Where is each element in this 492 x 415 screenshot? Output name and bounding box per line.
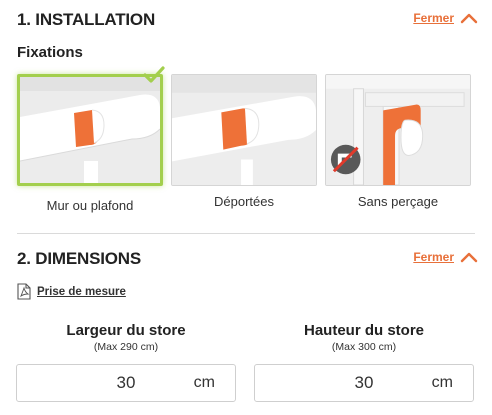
height-label: Hauteur du store [303, 322, 424, 339]
width-input[interactable]: 30 cm [16, 364, 236, 402]
installation-close-link[interactable]: Fermer [413, 11, 478, 25]
fixations-subtitle: Fixations [17, 44, 83, 61]
height-group: Hauteur du store (Max 300 cm) 30 cm [254, 322, 474, 402]
fixation-offset-image [171, 74, 317, 186]
dimensions-close-label: Fermer [413, 250, 454, 264]
width-label: Largeur du store [66, 322, 186, 339]
height-unit: cm [431, 374, 453, 391]
fixation-wall-label: Mur ou plafond [46, 198, 134, 213]
dimensions-close-link[interactable]: Fermer [413, 250, 478, 264]
fixation-wall-image [17, 74, 163, 186]
dimensions-header: 2. DIMENSIONS Fermer [17, 249, 478, 273]
no-drill-icon [332, 145, 362, 175]
section-divider [17, 233, 475, 234]
installation-header: 1. INSTALLATION Fermer [17, 10, 478, 34]
fixation-no-drill-image [325, 74, 471, 186]
width-group: Largeur du store (Max 290 cm) 30 cm [16, 322, 236, 402]
dimensions-title: 2. DIMENSIONS [17, 249, 141, 268]
fixation-no-drill-label: Sans perçage [357, 194, 439, 209]
height-max: (Max 300 cm) [331, 341, 397, 353]
chevron-up-icon [460, 13, 478, 24]
measure-guide-label: Prise de mesure [37, 285, 126, 298]
fixation-option-offset[interactable]: Déportées [171, 74, 317, 209]
measure-guide-link[interactable]: Prise de mesure [17, 283, 126, 300]
checkmark-icon [143, 66, 165, 83]
width-unit: cm [193, 374, 215, 391]
fixation-option-wall[interactable]: Mur ou plafond [17, 66, 165, 213]
width-max: (Max 290 cm) [93, 341, 159, 353]
fixation-offset-label: Déportées [214, 194, 274, 209]
pdf-icon [17, 283, 31, 300]
chevron-up-icon [460, 252, 478, 263]
height-input[interactable]: 30 cm [254, 364, 474, 402]
installation-title: 1. INSTALLATION [17, 10, 156, 29]
installation-close-label: Fermer [413, 11, 454, 25]
fixation-option-no-drill[interactable]: Sans perçage [325, 74, 471, 209]
